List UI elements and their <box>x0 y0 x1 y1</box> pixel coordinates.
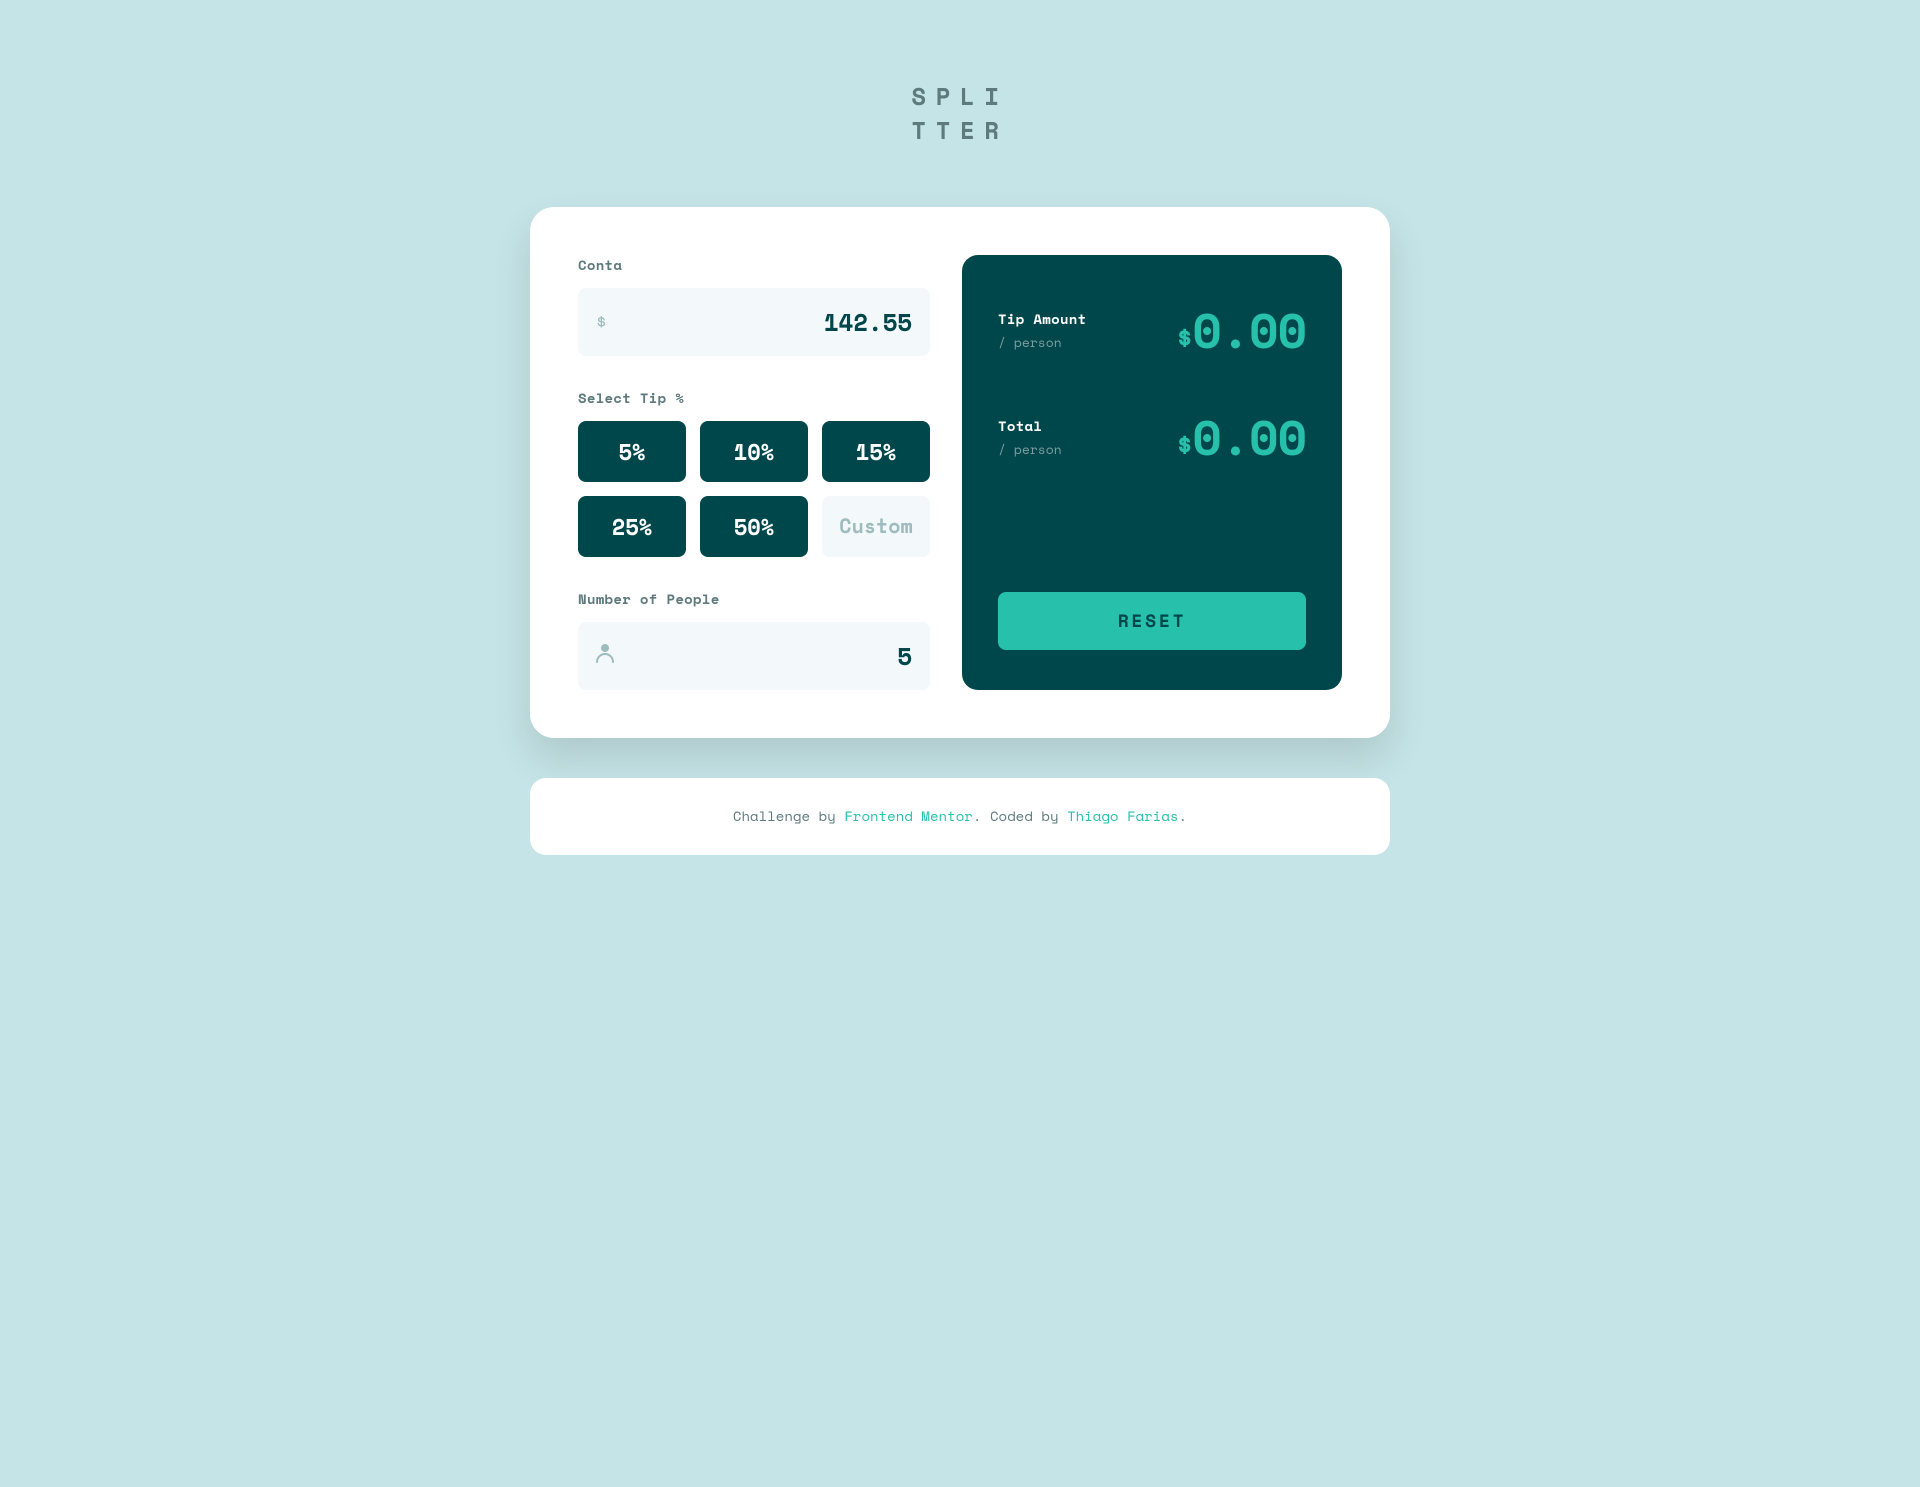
people-section: Number of People <box>578 589 930 690</box>
tip-btn-25[interactable]: 25% <box>578 496 686 557</box>
right-panel: Tip Amount / person $0.00 Total / person… <box>962 255 1342 690</box>
person-icon <box>596 643 614 670</box>
footer-challenge-text: Challenge by <box>733 806 844 827</box>
reset-button[interactable]: RESET <box>998 592 1306 650</box>
footer-period: . <box>1178 806 1187 827</box>
tip-amount-label: Tip Amount <box>998 309 1086 330</box>
people-input[interactable] <box>622 624 912 688</box>
total-value: $0.00 <box>1176 402 1306 473</box>
total-row: Total / person $0.00 <box>998 402 1306 473</box>
bill-section: Conta $ <box>578 255 930 356</box>
people-label: Number of People <box>578 589 930 610</box>
total-label: Total <box>998 416 1062 437</box>
total-sublabel: / person <box>998 439 1062 459</box>
people-input-wrapper <box>578 622 930 690</box>
bill-input[interactable] <box>615 290 912 354</box>
main-card: Conta $ Select Tip % 5% 10% 15% 25% 50% … <box>530 207 1390 738</box>
results-section: Tip Amount / person $0.00 Total / person… <box>998 295 1306 509</box>
footer-card: Challenge by Frontend Mentor. Coded by T… <box>530 778 1390 855</box>
tip-btn-custom[interactable]: Custom <box>822 496 930 557</box>
app-title: SPLI TTER <box>911 80 1008 147</box>
tip-btn-50[interactable]: 50% <box>700 496 808 557</box>
tip-section: Select Tip % 5% 10% 15% 25% 50% Custom <box>578 388 930 557</box>
bill-input-wrapper: $ <box>578 288 930 356</box>
tip-btn-10[interactable]: 10% <box>700 421 808 482</box>
tip-label: Select Tip % <box>578 388 930 409</box>
footer-thiago-link[interactable]: Thiago Farias <box>1067 806 1178 827</box>
tip-amount-label-group: Tip Amount / person <box>998 309 1086 352</box>
bill-label: Conta <box>578 255 930 276</box>
tip-buttons-grid: 5% 10% 15% 25% 50% Custom <box>578 421 930 557</box>
tip-btn-15[interactable]: 15% <box>822 421 930 482</box>
tip-btn-5[interactable]: 5% <box>578 421 686 482</box>
total-label-group: Total / person <box>998 416 1062 459</box>
footer-frontend-mentor-link[interactable]: Frontend Mentor <box>844 806 973 827</box>
tip-amount-value: $0.00 <box>1176 295 1306 366</box>
tip-amount-row: Tip Amount / person $0.00 <box>998 295 1306 366</box>
left-panel: Conta $ Select Tip % 5% 10% 15% 25% 50% … <box>578 255 930 690</box>
footer-coded-text: . Coded by <box>973 806 1067 827</box>
tip-amount-sublabel: / person <box>998 332 1086 352</box>
dollar-icon: $ <box>596 309 607 335</box>
